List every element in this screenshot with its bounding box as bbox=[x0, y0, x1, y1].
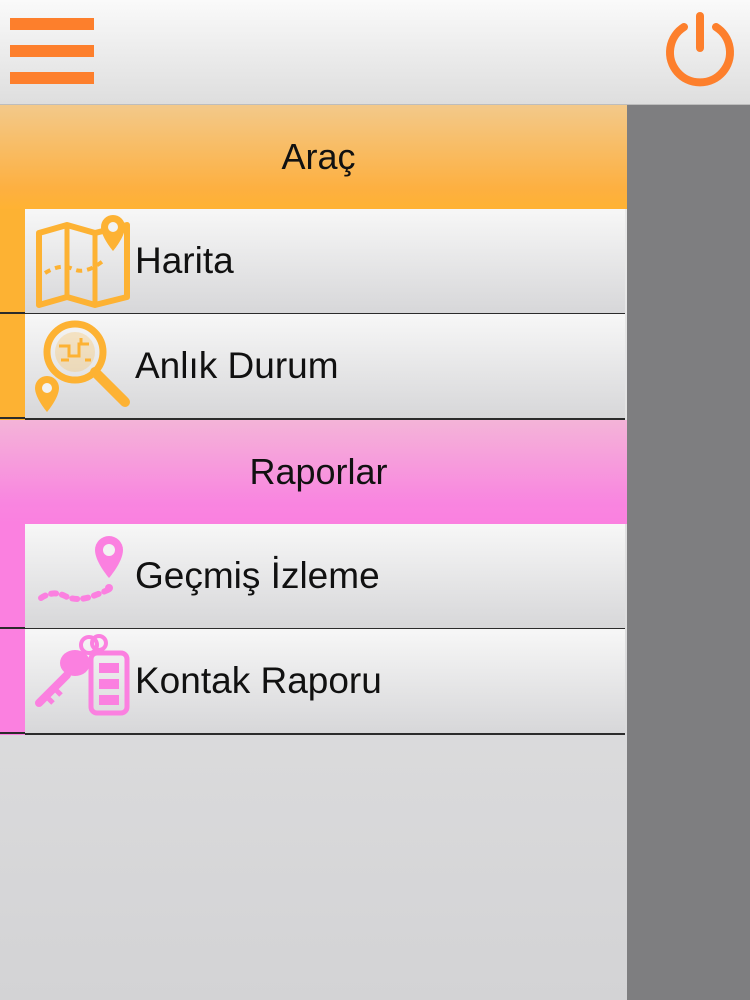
power-icon[interactable] bbox=[660, 10, 740, 90]
menu-item-harita[interactable]: Harita bbox=[25, 209, 625, 315]
drawer-scrim[interactable] bbox=[627, 105, 750, 1000]
divider bbox=[0, 417, 25, 419]
car-key-icon bbox=[35, 634, 130, 716]
hamburger-menu-icon[interactable] bbox=[10, 18, 96, 86]
menu-item-label: Harita bbox=[135, 240, 234, 281]
app-toolbar bbox=[0, 0, 750, 105]
map-pin-icon bbox=[36, 215, 130, 308]
divider bbox=[0, 627, 25, 629]
section-header-raporlar: Raporlar bbox=[0, 420, 627, 524]
menu-item-kontak-raporu[interactable]: Kontak Raporu bbox=[25, 629, 625, 735]
route-history-icon bbox=[38, 536, 123, 602]
section-color-bar bbox=[0, 209, 25, 420]
navigation-drawer: Araç Harita Anlık Durum Raporlar Geçmiş … bbox=[0, 105, 627, 1000]
menu-item-label: Kontak Raporu bbox=[135, 660, 382, 701]
section-title: Raporlar bbox=[249, 451, 388, 492]
section-header-arac: Araç bbox=[0, 105, 627, 209]
menu-item-anlik-durum[interactable]: Anlık Durum bbox=[25, 314, 625, 420]
menu-item-gecmis-izleme[interactable]: Geçmiş İzleme bbox=[25, 524, 625, 630]
divider bbox=[0, 732, 25, 734]
search-location-icon bbox=[35, 320, 130, 412]
section-title: Araç bbox=[281, 136, 356, 177]
divider bbox=[0, 312, 25, 314]
menu-item-label: Anlık Durum bbox=[135, 345, 339, 386]
menu-item-label: Geçmiş İzleme bbox=[135, 555, 380, 596]
section-color-bar bbox=[0, 524, 25, 735]
